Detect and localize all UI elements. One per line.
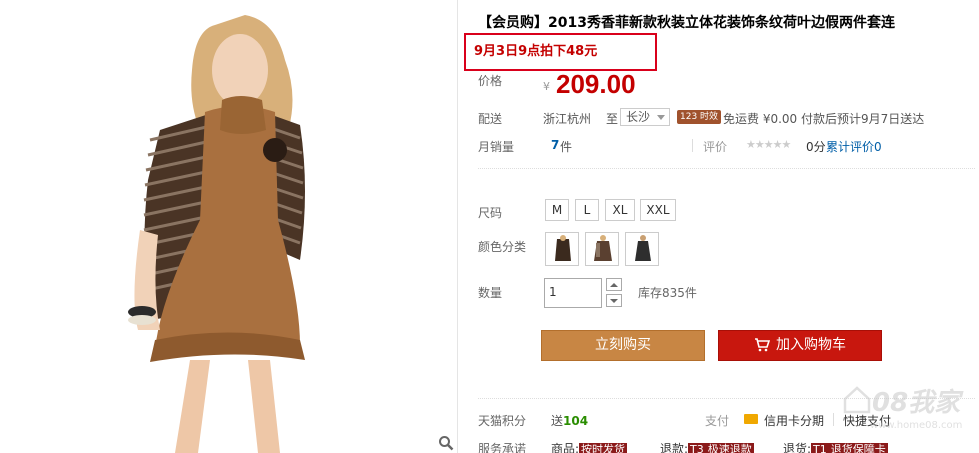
- rating-stars-icon: ★★★★★: [746, 138, 791, 151]
- review-score: 0分: [806, 140, 826, 154]
- watermark-site: www.home08.com: [870, 420, 963, 431]
- buy-now-button[interactable]: 立刻购买: [541, 330, 705, 361]
- service-row: 服务承诺 商品: 按时发货 退款: T3 极速退款 退货: T1 退货保障卡: [478, 440, 888, 453]
- quantity-input[interactable]: 1: [544, 278, 602, 308]
- points-send: 送: [551, 414, 564, 428]
- service-goods[interactable]: 商品: 按时发货: [551, 440, 628, 453]
- review-count-link[interactable]: 累计评价0: [826, 138, 882, 155]
- service-goods-tag: 按时发货: [579, 443, 628, 453]
- size-option-m[interactable]: M: [545, 199, 569, 221]
- credit-card-icon: [744, 414, 758, 424]
- promo-text: 9月3日9点拍下48元: [474, 44, 598, 59]
- points-value: 送104: [551, 412, 588, 429]
- shipping-label: 配送: [478, 112, 503, 126]
- quantity-label: 数量: [478, 286, 503, 300]
- shipping-row: 配送 浙江杭州 至 长沙 123 时效 免运费 ¥0.00 付款后预计9月7日送…: [478, 108, 924, 127]
- ship-to-label: 至: [606, 112, 619, 126]
- color-swatch-2[interactable]: [585, 232, 619, 266]
- sales-row: 月销量 7 件 评价 ★★★★★ 0分 累计评价0: [478, 138, 882, 155]
- color-label: 颜色分类: [478, 240, 527, 254]
- size-option-xl[interactable]: XL: [605, 199, 635, 221]
- divider: [833, 413, 834, 426]
- color-swatch-1[interactable]: [545, 232, 579, 266]
- points-row: 天猫积分 送104 支付 信用卡分期 快捷支付: [478, 412, 891, 429]
- destination-city-value: 长沙: [626, 110, 651, 124]
- model-photo: [0, 0, 457, 453]
- promo-callout: 9月3日9点拍下48元: [464, 33, 657, 71]
- color-row: 颜色分类: [478, 232, 659, 266]
- price-row: 价格 ¥ 209.00: [478, 69, 636, 99]
- monthly-sales-count: 7: [551, 138, 560, 152]
- size-option-xxl[interactable]: XXL: [640, 199, 676, 221]
- review-label: 评价: [703, 140, 728, 154]
- quantity-row: 数量 1 库存835件: [478, 278, 697, 308]
- price-label: 价格: [478, 74, 503, 88]
- points-label: 天猫积分: [478, 414, 527, 428]
- currency-symbol: ¥: [543, 80, 550, 93]
- size-row: 尺码 M L XL XXL: [478, 199, 676, 221]
- quantity-decrease-button[interactable]: [606, 294, 622, 307]
- payment-label: 支付: [705, 414, 730, 428]
- service-refund[interactable]: 退款: T3 极速退款: [660, 440, 754, 453]
- monthly-sales-label: 月销量: [478, 140, 515, 154]
- service-return[interactable]: 退货: T1 退货保障卡: [783, 440, 888, 453]
- service-refund-code: T3: [688, 443, 706, 453]
- house-icon: [843, 386, 871, 414]
- destination-city-select[interactable]: 长沙: [620, 108, 670, 126]
- service-refund-tag: 极速退款: [705, 443, 754, 453]
- stock-text: 库存835件: [638, 286, 697, 300]
- price-value: 209.00: [556, 69, 636, 99]
- product-image[interactable]: [0, 0, 458, 453]
- installment-link[interactable]: 信用卡分期: [764, 412, 824, 429]
- service-return-prefix: 退货:: [783, 442, 812, 453]
- product-title: 【会员购】2013秀香菲新款秋装立体花装饰条纹荷叶边假两件套连: [478, 15, 895, 31]
- add-to-cart-label: 加入购物车: [776, 337, 846, 353]
- chevron-down-icon: [657, 115, 665, 120]
- divider: [478, 168, 975, 169]
- monthly-sales-unit: 件: [560, 140, 573, 154]
- size-option-l[interactable]: L: [575, 199, 599, 221]
- watermark: 08我家 www.home08.com: [842, 380, 979, 440]
- shipping-fee-text: 免运费 ¥0.00 付款后预计9月7日送达: [723, 112, 925, 126]
- chevron-up-icon: [610, 282, 618, 287]
- points-amount: 104: [563, 414, 589, 428]
- service-label: 服务承诺: [478, 442, 527, 453]
- ship-from: 浙江杭州: [543, 112, 592, 126]
- service-refund-prefix: 退款:: [660, 442, 689, 453]
- service-return-tag: 退货保障卡: [828, 443, 888, 453]
- color-swatch-3[interactable]: [625, 232, 659, 266]
- zoom-icon[interactable]: [436, 433, 456, 453]
- cart-icon: [755, 338, 770, 352]
- quantity-increase-button[interactable]: [606, 278, 622, 291]
- timely-badge[interactable]: 123 时效: [677, 110, 722, 124]
- service-goods-prefix: 商品:: [551, 442, 580, 453]
- divider: [692, 139, 693, 152]
- chevron-down-icon: [610, 298, 618, 303]
- watermark-brand: 08我家: [872, 388, 961, 418]
- size-label: 尺码: [478, 206, 503, 220]
- add-to-cart-button[interactable]: 加入购物车: [718, 330, 882, 361]
- service-return-code: T1: [811, 443, 829, 453]
